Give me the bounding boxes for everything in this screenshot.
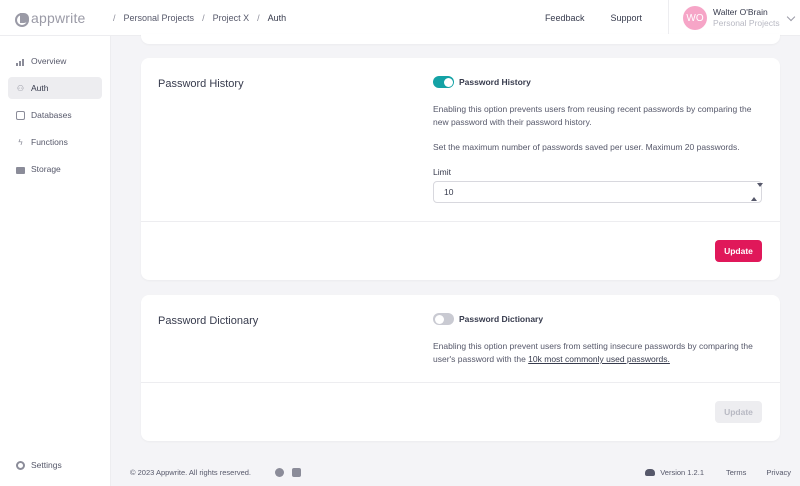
- breadcrumb-auth[interactable]: Auth: [268, 13, 287, 23]
- breadcrumb-project-x[interactable]: Project X: [213, 13, 250, 23]
- stepper-down-icon[interactable]: [757, 183, 763, 197]
- privacy-link[interactable]: Privacy: [766, 468, 791, 477]
- number-stepper[interactable]: [751, 183, 763, 201]
- user-name: Walter O'Brain: [713, 7, 768, 17]
- gear-icon: [16, 460, 25, 470]
- password-dictionary-toggle[interactable]: [433, 313, 454, 325]
- password-history-card: Password History Password History Enabli…: [141, 58, 780, 280]
- password-dictionary-card: Password Dictionary Password Dictionary …: [141, 295, 780, 441]
- copyright-text: © 2023 Appwrite. All rights reserved.: [130, 467, 252, 477]
- limit-value: 10: [444, 187, 454, 197]
- password-dictionary-description: Enabling this option prevent users from …: [433, 340, 763, 366]
- footer: © 2023 Appwrite. All rights reserved. Ve…: [111, 458, 800, 486]
- version-text: Version 1.2.1: [660, 467, 704, 477]
- password-history-title: Password History: [158, 78, 244, 90]
- sidebar-item-overview[interactable]: Overview: [8, 50, 102, 72]
- password-history-description: Enabling this option prevents users from…: [433, 104, 752, 127]
- password-dictionary-settings: Password Dictionary Enabling this option…: [433, 312, 763, 366]
- user-org: Personal Projects: [713, 18, 780, 28]
- sidebar-item-databases[interactable]: Databases: [8, 104, 102, 126]
- password-dictionary-toggle-label: Password Dictionary: [459, 314, 544, 324]
- sidebar-item-functions[interactable]: ϟ Functions: [8, 131, 102, 153]
- card-divider: [141, 221, 780, 222]
- user-menu[interactable]: WO Walter O'Brain Personal Projects: [668, 0, 800, 36]
- toggle-knob: [434, 314, 444, 324]
- sidebar-item-label: Functions: [31, 137, 68, 147]
- password-history-update-button[interactable]: Update: [715, 240, 762, 262]
- sidebar-item-settings[interactable]: Settings: [8, 454, 102, 476]
- breadcrumb-personal-projects[interactable]: Personal Projects: [124, 13, 195, 23]
- chevron-down-icon: [786, 12, 796, 22]
- footer-right: Version 1.2.1 Terms Privacy: [645, 458, 791, 486]
- previous-card-edge: [141, 34, 780, 44]
- limit-input[interactable]: 10: [433, 181, 763, 203]
- password-history-settings: Password History Enabling this option pr…: [433, 75, 763, 203]
- sidebar-item-storage[interactable]: Storage: [8, 158, 102, 180]
- breadcrumb-separator: /: [202, 12, 205, 23]
- header-actions: Feedback Support WO Walter O'Brain Perso…: [545, 0, 800, 36]
- toggle-knob: [443, 77, 453, 87]
- common-passwords-link[interactable]: 10k most commonly used passwords.: [528, 354, 670, 364]
- password-dictionary-update-button: Update: [715, 401, 762, 423]
- sidebar-item-label: Settings: [31, 460, 62, 470]
- breadcrumb: / Personal Projects / Project X / Auth: [105, 13, 286, 23]
- lightning-icon: ϟ: [18, 137, 23, 147]
- sidebar-item-label: Databases: [31, 110, 72, 120]
- appwrite-logo[interactable]: appwrite: [15, 9, 105, 27]
- breadcrumb-separator: /: [257, 12, 260, 23]
- password-history-limit-hint: Set the maximum number of passwords save…: [433, 142, 740, 152]
- cloud-icon: [645, 468, 656, 476]
- feedback-button[interactable]: Feedback: [545, 13, 585, 23]
- sidebar-item-label: Auth: [31, 83, 49, 93]
- avatar: WO: [683, 6, 707, 30]
- password-history-toggle-row: Password History: [433, 75, 763, 89]
- card-divider: [141, 382, 780, 383]
- sidebar-item-auth[interactable]: ⚇ Auth: [8, 77, 102, 99]
- breadcrumb-separator: /: [113, 12, 116, 23]
- users-icon: ⚇: [16, 83, 25, 93]
- sidebar-item-label: Storage: [31, 164, 61, 174]
- terms-link[interactable]: Terms: [726, 468, 746, 477]
- password-dictionary-toggle-row: Password Dictionary: [433, 312, 763, 326]
- user-info: Walter O'Brain Personal Projects: [713, 7, 780, 29]
- password-dictionary-title: Password Dictionary: [158, 315, 259, 327]
- github-icon[interactable]: [275, 467, 285, 477]
- bar-chart-icon: [16, 57, 25, 66]
- logo-text: appwrite: [31, 9, 86, 26]
- discord-icon[interactable]: [292, 467, 302, 477]
- folder-icon: [16, 166, 25, 174]
- sidebar-item-label: Overview: [31, 56, 67, 66]
- password-history-toggle-label: Password History: [459, 77, 531, 87]
- limit-label: Limit: [433, 167, 451, 177]
- top-header: appwrite / Personal Projects / Project X…: [0, 0, 800, 36]
- support-button[interactable]: Support: [610, 13, 642, 23]
- sidebar: Overview ⚇ Auth Databases ϟ Functions St…: [0, 36, 111, 486]
- password-history-toggle[interactable]: [433, 76, 454, 88]
- appwrite-logo-icon: [15, 12, 29, 27]
- database-icon: [16, 110, 25, 120]
